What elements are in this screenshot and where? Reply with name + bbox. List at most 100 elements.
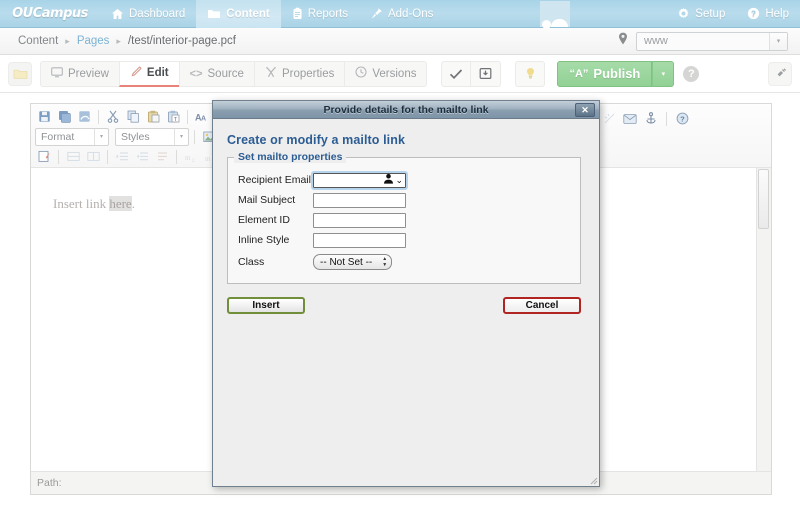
editor-sep-7 xyxy=(666,111,667,126)
close-icon[interactable]: ✕ xyxy=(575,103,595,117)
snapshot-button[interactable] xyxy=(471,60,502,87)
label-recipient-email: Recipient Email xyxy=(238,174,311,186)
cancel-button[interactable]: Cancel xyxy=(503,297,581,314)
pin-icon xyxy=(370,7,383,20)
publish-label: Publish xyxy=(593,66,641,81)
publish-group: “A” Publish ▾ xyxy=(557,60,675,87)
avatar[interactable] xyxy=(540,0,571,29)
copy-icon[interactable] xyxy=(124,108,142,125)
editor-text-before: Insert link xyxy=(53,196,110,211)
svg-text:2: 2 xyxy=(192,159,195,163)
oucampus-logo[interactable]: OUCampus xyxy=(0,0,100,28)
nav-label-dashboard: Dashboard xyxy=(129,7,186,20)
nav-item-help[interactable]: ? Help xyxy=(736,0,800,28)
site-picker[interactable]: www ▾ xyxy=(618,31,800,51)
dialog-body: Create or modify a mailto link Set mailt… xyxy=(213,119,599,486)
paste-icon[interactable] xyxy=(144,108,162,125)
nav-item-content[interactable]: Content xyxy=(196,0,281,28)
nav-item-setup[interactable]: Setup xyxy=(666,0,736,28)
editor-path-label: Path: xyxy=(37,477,62,489)
cell-icon[interactable] xyxy=(84,148,102,165)
gear-icon xyxy=(677,7,690,20)
dialog-buttons: Insert Cancel xyxy=(227,297,581,314)
paste-text-icon[interactable]: T xyxy=(164,108,182,125)
chevron-down-icon[interactable]: ▾ xyxy=(769,32,787,50)
label-inline-style: Inline Style xyxy=(238,234,290,246)
help-icon[interactable]: ? xyxy=(673,110,691,127)
chevron-down-icon-format[interactable]: ▾ xyxy=(94,128,108,145)
spellcheck-icon[interactable] xyxy=(600,110,618,127)
publish-dropdown-caret[interactable]: ▾ xyxy=(652,60,675,87)
svg-text:?: ? xyxy=(751,10,756,19)
person-icon[interactable] xyxy=(383,171,394,189)
nav-item-addons[interactable]: Add-Ons xyxy=(359,0,444,28)
anchor-icon[interactable] xyxy=(642,110,660,127)
field-row-class: Class -- Not Set -- ▲ ▼ xyxy=(238,252,570,272)
tab-label-versions: Versions xyxy=(372,67,417,80)
site-select[interactable]: www ▾ xyxy=(636,31,788,51)
editor-text-selection: here xyxy=(109,196,132,211)
svg-text:A: A xyxy=(201,115,206,122)
revert-icon[interactable] xyxy=(75,108,93,125)
tab-versions[interactable]: Versions xyxy=(344,60,428,87)
class-select[interactable]: -- Not Set -- ▲ ▼ xyxy=(313,254,393,270)
format-select-label: Format xyxy=(41,130,75,143)
folder-icon xyxy=(207,8,221,20)
chevron-down-icon-email[interactable]: ⌄ xyxy=(395,176,403,185)
site-select-value: www xyxy=(644,35,668,47)
nav-item-dashboard[interactable]: Dashboard xyxy=(100,0,196,28)
svg-text:?: ? xyxy=(680,115,685,124)
breadcrumb-item-pages[interactable]: Pages xyxy=(77,35,110,47)
editor-sep-6 xyxy=(176,149,177,164)
save-button[interactable] xyxy=(441,60,472,87)
editor-sep-2 xyxy=(187,109,188,124)
styles-select[interactable]: Styles ▾ xyxy=(115,127,189,146)
editor-vertical-scrollbar[interactable] xyxy=(756,168,771,471)
breadcrumb-item-content[interactable]: Content xyxy=(18,35,58,47)
tab-properties[interactable]: Properties xyxy=(253,60,345,87)
folder-button[interactable] xyxy=(8,61,32,86)
insert-button[interactable]: Insert xyxy=(227,297,305,314)
scrollbar-thumb[interactable] xyxy=(758,169,769,229)
cut-icon[interactable] xyxy=(104,108,122,125)
lightbulb-button[interactable] xyxy=(515,60,546,87)
mailto-icon[interactable] xyxy=(621,110,639,127)
save-to-disk-icon xyxy=(480,68,492,80)
mail-subject-input[interactable] xyxy=(313,192,406,208)
mailto-properties-fieldset: Set mailto properties Recipient Email ⌄ … xyxy=(227,151,581,284)
label-element-id: Element ID xyxy=(238,214,290,226)
resize-handle[interactable] xyxy=(589,476,598,485)
tab-source[interactable]: <> Source xyxy=(178,60,254,87)
clock-icon xyxy=(355,66,367,81)
tab-preview[interactable]: Preview xyxy=(40,60,119,87)
element-id-input[interactable] xyxy=(313,212,406,228)
find-icon[interactable]: AA xyxy=(193,108,211,125)
chevron-right-icon-2: ▸ xyxy=(116,35,121,46)
mailto-link-dialog: Provide details for the mailto link ✕ Cr… xyxy=(212,100,600,487)
format-select[interactable]: Format ▾ xyxy=(35,127,109,146)
fieldset-legend: Set mailto properties xyxy=(234,151,347,163)
row-icon[interactable] xyxy=(64,148,82,165)
chevron-down-icon-styles[interactable]: ▾ xyxy=(174,128,188,145)
checkmark-icon xyxy=(450,68,463,79)
recipient-email-input[interactable]: ⌄ xyxy=(311,170,408,190)
tab-edit[interactable]: Edit xyxy=(118,60,179,87)
outdent-icon[interactable] xyxy=(133,148,151,165)
indent-icon[interactable] xyxy=(113,148,131,165)
save-all-icon[interactable] xyxy=(55,108,73,125)
edit-source-icon[interactable] xyxy=(35,148,53,165)
publish-button[interactable]: “A” Publish xyxy=(557,60,653,87)
wrench-icon xyxy=(265,66,277,81)
styles-select-label: Styles xyxy=(121,130,150,143)
plugin-button[interactable] xyxy=(768,61,792,86)
editor-sep-4 xyxy=(58,149,59,164)
help-badge[interactable]: ? xyxy=(683,65,700,82)
dialog-titlebar[interactable]: Provide details for the mailto link ✕ xyxy=(213,101,599,119)
breadcrumb-bar: Content ▸ Pages ▸ /test/interior-page.pc… xyxy=(0,28,800,55)
blockquote-icon[interactable] xyxy=(153,148,171,165)
subscript-icon[interactable]: m2 xyxy=(182,148,200,165)
nav-item-reports[interactable]: Reports xyxy=(281,0,359,28)
save-icon[interactable] xyxy=(35,108,53,125)
inline-style-input[interactable] xyxy=(313,232,406,248)
clipboard-icon xyxy=(292,7,303,20)
